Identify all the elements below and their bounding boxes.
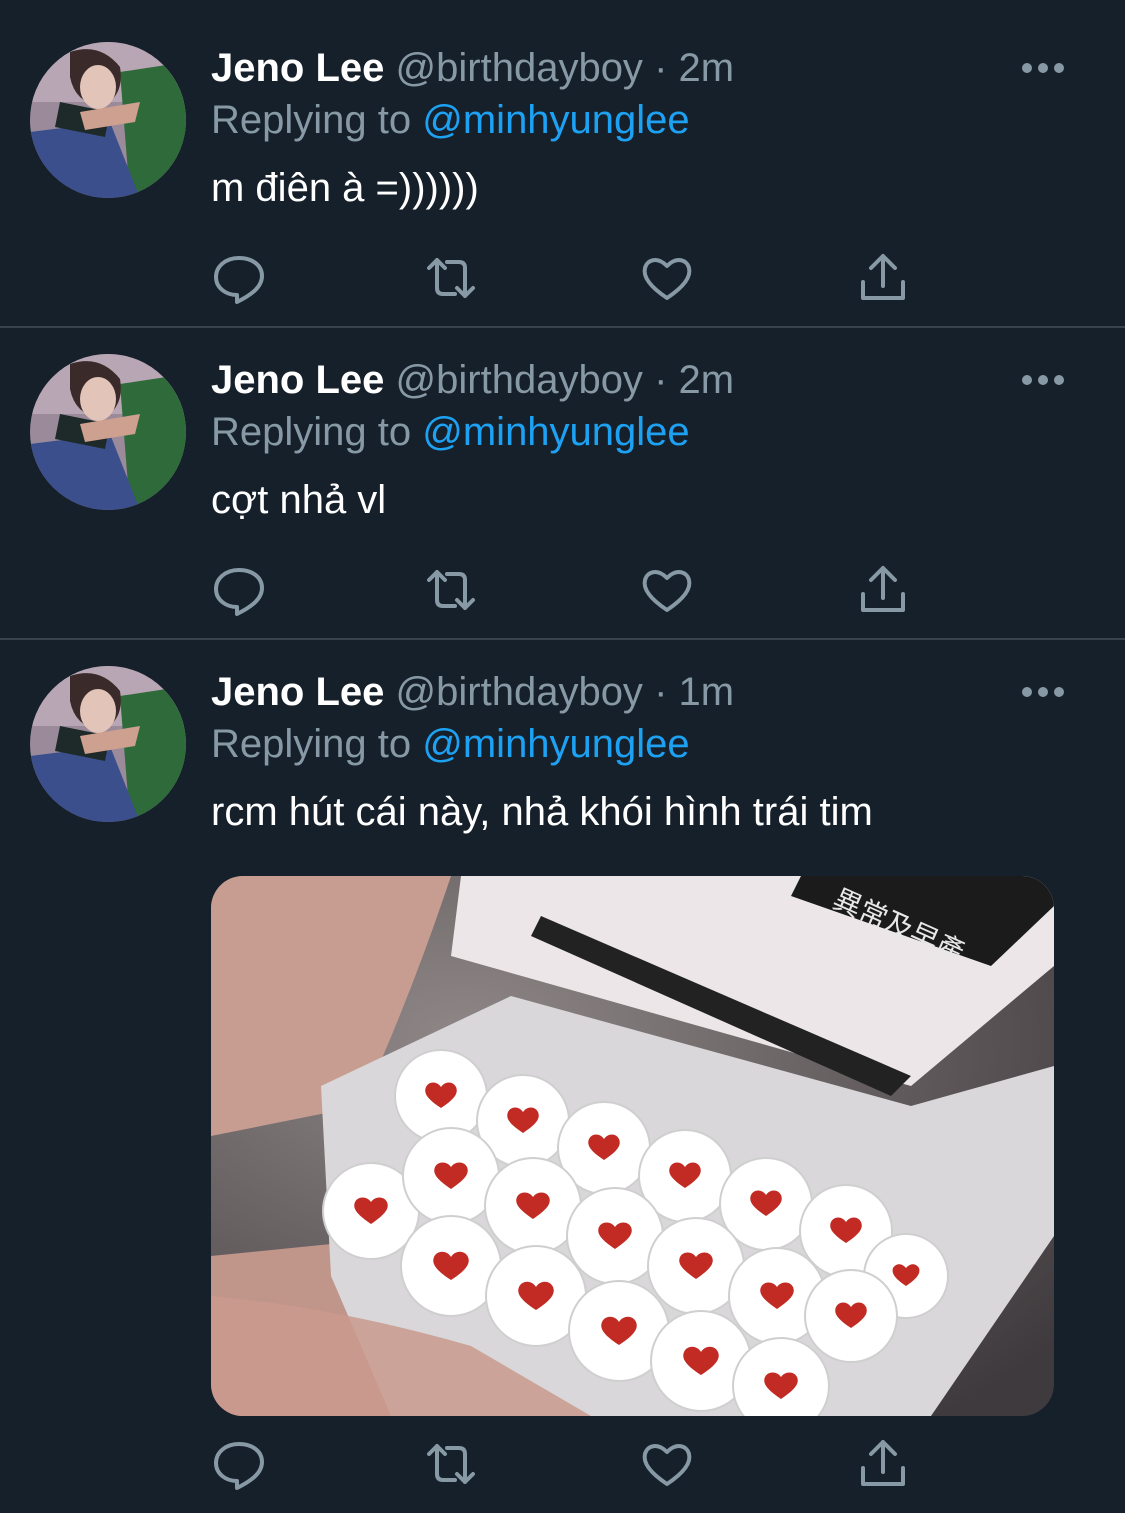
heart-outline-icon[interactable] [639, 250, 695, 306]
retweet-icon[interactable] [423, 250, 479, 306]
display-name[interactable]: Jeno Lee [211, 46, 384, 90]
reply-bubble-icon[interactable] [211, 250, 267, 306]
timestamp[interactable]: 2m [679, 358, 735, 402]
tweet-header: Jeno Lee @birthdayboy · 1m [211, 666, 734, 718]
retweet-icon[interactable] [423, 1436, 479, 1492]
tweet-actions [211, 1436, 931, 1492]
replying-to: Replying to @minhyunglee [211, 406, 690, 458]
mention-link[interactable]: @minhyunglee [422, 410, 689, 454]
separator-dot: · [654, 670, 668, 714]
cigarette-pack-photo: 異常及早產 [211, 876, 1054, 1416]
share-upload-icon[interactable] [855, 562, 911, 618]
timestamp[interactable]: 2m [679, 46, 735, 90]
share-upload-icon[interactable] [855, 250, 911, 306]
tweet-header: Jeno Lee @birthdayboy · 2m [211, 42, 734, 94]
display-name[interactable]: Jeno Lee [211, 670, 384, 714]
more-horizontal-icon[interactable] [1021, 60, 1065, 76]
avatar[interactable] [30, 42, 186, 198]
share-upload-icon[interactable] [855, 1436, 911, 1492]
separator-dot: · [654, 358, 668, 402]
user-handle[interactable]: @birthdayboy [396, 358, 643, 402]
tweet-actions [211, 562, 931, 618]
tweet[interactable]: Jeno Lee @birthdayboy · 2m Replying to @… [0, 328, 1125, 640]
avatar-image [30, 666, 186, 822]
reply-bubble-icon[interactable] [211, 562, 267, 618]
tweet[interactable]: Jeno Lee @birthdayboy · 2m Replying to @… [0, 0, 1125, 328]
mention-link[interactable]: @minhyunglee [422, 722, 689, 766]
reply-bubble-icon[interactable] [211, 1436, 267, 1492]
user-handle[interactable]: @birthdayboy [396, 670, 643, 714]
tweet-text: m điên à =)))))) [211, 166, 479, 210]
tweet-media-image[interactable]: 異常及早產 [211, 876, 1054, 1416]
separator-dot: · [654, 46, 668, 90]
avatar[interactable] [30, 354, 186, 510]
replying-to: Replying to @minhyunglee [211, 94, 690, 146]
mention-link[interactable]: @minhyunglee [422, 98, 689, 142]
user-handle[interactable]: @birthdayboy [396, 46, 643, 90]
avatar-image [30, 42, 186, 198]
more-horizontal-icon[interactable] [1021, 372, 1065, 388]
tweet-text: cợt nhả vl [211, 478, 387, 522]
more-horizontal-icon[interactable] [1021, 684, 1065, 700]
avatar-image [30, 354, 186, 510]
avatar[interactable] [30, 666, 186, 822]
timeline: Jeno Lee @birthdayboy · 2m Replying to @… [0, 0, 1125, 1513]
tweet[interactable]: Jeno Lee @birthdayboy · 1m Replying to @… [0, 640, 1125, 1513]
replying-prefix: Replying to [211, 98, 412, 142]
replying-prefix: Replying to [211, 722, 412, 766]
tweet-header: Jeno Lee @birthdayboy · 2m [211, 354, 734, 406]
retweet-icon[interactable] [423, 562, 479, 618]
tweet-text: rcm hút cái này, nhả khói hình trái tim [211, 790, 873, 834]
heart-outline-icon[interactable] [639, 562, 695, 618]
timestamp[interactable]: 1m [679, 670, 735, 714]
heart-outline-icon[interactable] [639, 1436, 695, 1492]
display-name[interactable]: Jeno Lee [211, 358, 384, 402]
tweet-actions [211, 250, 931, 306]
replying-prefix: Replying to [211, 410, 412, 454]
replying-to: Replying to @minhyunglee [211, 718, 690, 770]
